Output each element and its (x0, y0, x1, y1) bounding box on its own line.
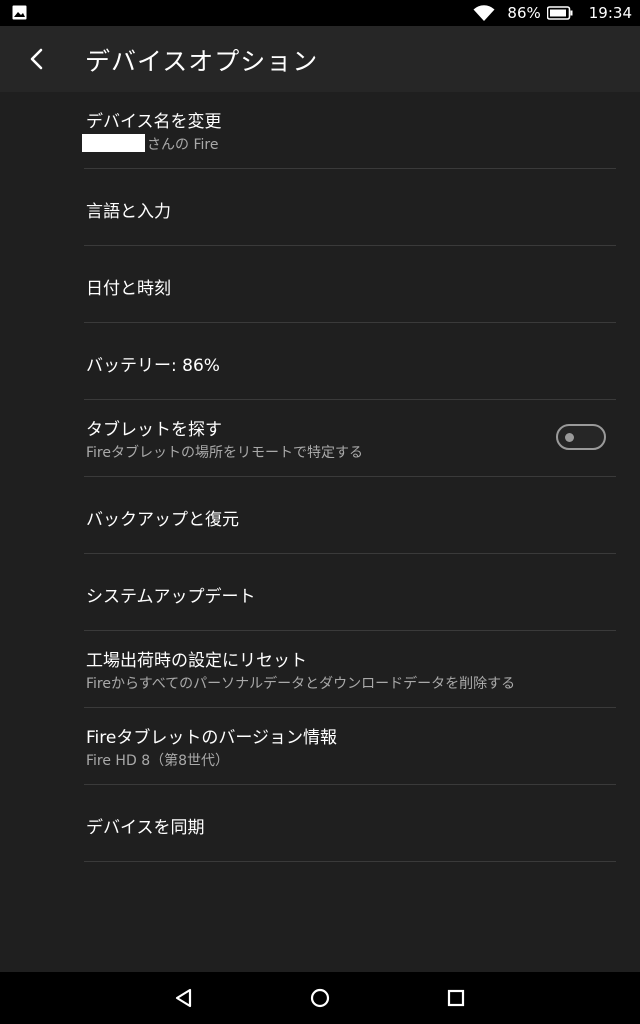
item-title: 日付と時刻 (86, 279, 171, 299)
list-item-version-info[interactable]: Fireタブレットのバージョン情報 Fire HD 8（第8世代） (84, 708, 616, 785)
toggle-knob (565, 433, 574, 442)
item-title: システムアップデート (86, 587, 256, 607)
item-subtitle: Fire HD 8（第8世代） (86, 753, 230, 769)
item-subtitle: Fireタブレットの場所をリモートで特定する (86, 445, 363, 461)
wifi-icon (473, 5, 495, 21)
status-indicators: 86% 19:34 (473, 0, 632, 26)
settings-list: デバイス名を変更 さんの Fire 言語と入力 日付と時刻 バッテリー: 86%… (0, 92, 640, 862)
item-title: デバイス名を変更 (86, 112, 222, 132)
item-title: Fireタブレットのバージョン情報 (86, 728, 337, 748)
status-bar: 86% 19:34 (0, 0, 640, 26)
list-item-language-input[interactable]: 言語と入力 (84, 169, 616, 246)
nav-home-icon[interactable] (309, 987, 331, 1009)
item-subtitle: Fireからすべてのパーソナルデータとダウンロードデータを削除する (86, 676, 516, 692)
item-title: デバイスを同期 (86, 818, 205, 838)
list-item-sync-device[interactable]: デバイスを同期 (84, 785, 616, 862)
page-title: デバイスオプション (85, 47, 319, 76)
item-title: バッテリー: 86% (86, 356, 220, 376)
clock: 19:34 (588, 4, 632, 22)
item-subtitle-device-name: さんの Fire (82, 134, 218, 154)
list-item-date-time[interactable]: 日付と時刻 (84, 246, 616, 323)
app-bar: デバイスオプション (0, 26, 640, 92)
image-icon (12, 5, 27, 20)
find-tablet-toggle[interactable] (556, 424, 606, 450)
navigation-bar (0, 972, 640, 1024)
list-item-rename-device[interactable]: デバイス名を変更 さんの Fire (82, 92, 616, 169)
list-item-factory-reset[interactable]: 工場出荷時の設定にリセット Fireからすべてのパーソナルデータとダウンロードデ… (84, 631, 616, 708)
item-title: バックアップと復元 (86, 510, 239, 530)
battery-percent: 86% (507, 4, 541, 22)
item-title: 言語と入力 (86, 202, 171, 222)
redacted-name (82, 134, 145, 152)
list-item-battery[interactable]: バッテリー: 86% (84, 323, 616, 400)
list-item-backup-restore[interactable]: バックアップと復元 (84, 477, 616, 554)
list-item-find-tablet[interactable]: タブレットを探す Fireタブレットの場所をリモートで特定する (84, 400, 616, 477)
item-title: タブレットを探す (86, 420, 222, 440)
battery-icon (546, 6, 573, 20)
nav-recents-icon[interactable] (445, 987, 467, 1009)
item-title: 工場出荷時の設定にリセット (86, 651, 307, 671)
nav-back-icon[interactable] (173, 987, 195, 1009)
back-arrow-icon[interactable] (24, 46, 50, 72)
list-item-system-update[interactable]: システムアップデート (84, 554, 616, 631)
